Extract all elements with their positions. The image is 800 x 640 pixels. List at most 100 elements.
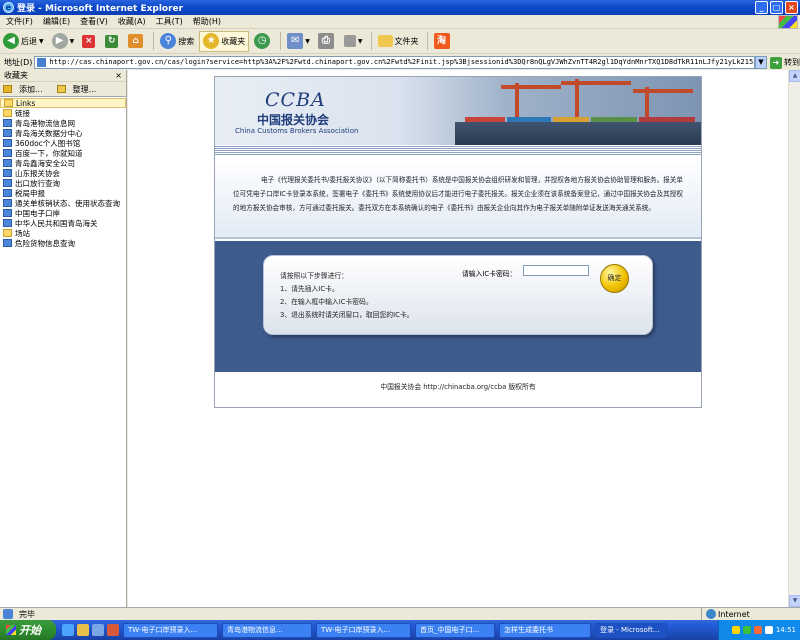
favorite-link[interactable]: 中华人民共和国青岛海关 [0, 218, 126, 228]
scroll-down-button[interactable]: ▼ [789, 595, 800, 607]
ie-quicklaunch-icon[interactable] [62, 624, 74, 636]
page-icon [3, 219, 12, 227]
maximize-button[interactable]: □ [770, 1, 783, 14]
menu-favorites[interactable]: 收藏(A) [118, 16, 146, 27]
favorite-link[interactable]: 危险货物信息查询 [0, 238, 126, 248]
menu-tools[interactable]: 工具(T) [156, 16, 183, 27]
favorite-link[interactable]: 出口放行查询 [0, 178, 126, 188]
quick-launch [62, 624, 119, 636]
favorite-folder[interactable]: 场站 [0, 228, 126, 238]
container-image [639, 117, 695, 122]
favorite-link[interactable]: 税局申报 [0, 188, 126, 198]
tray-icon[interactable] [731, 626, 740, 634]
organize-favorites-button[interactable]: 整理... [56, 84, 104, 95]
favorite-link[interactable]: 百度一下，你就知道 [0, 148, 126, 158]
tray-icon[interactable] [753, 626, 762, 634]
clock: 14:51 [775, 626, 796, 634]
container-image [465, 117, 505, 122]
page-icon [3, 159, 12, 167]
edit-button[interactable]: ▼ [341, 31, 366, 52]
favorite-link[interactable]: 青岛港物流信息网 [0, 118, 126, 128]
history-button[interactable]: ◷ [251, 31, 275, 52]
start-label: 开始 [19, 624, 41, 637]
taskbar-task[interactable]: TW-电子口岸预录入... [316, 622, 411, 638]
mail-icon: ✉ [287, 33, 304, 49]
address-dropdown-button[interactable]: ▼ [755, 56, 767, 69]
ship-image [455, 122, 701, 145]
favorite-link[interactable]: 青岛鑫海安全公司 [0, 158, 126, 168]
intro-section: 电子《代理报关委托书/委托报关协议》（以下简称委托书）系统是中国报关协会组织研发… [215, 157, 701, 239]
add-favorite-button[interactable]: 添加... [3, 84, 50, 95]
start-button[interactable]: 开始 [0, 620, 56, 640]
search-button[interactable]: ⚲ 搜索 [157, 31, 197, 52]
menu-help[interactable]: 帮助(H) [193, 16, 221, 27]
favorite-link[interactable]: 山东报关协会 [0, 168, 126, 178]
favorite-folder[interactable]: 链接 [0, 108, 126, 118]
go-button[interactable]: ➜ 转到 [770, 56, 800, 69]
menu-view[interactable]: 查看(V) [80, 16, 108, 27]
menu-file[interactable]: 文件(F) [6, 16, 33, 27]
tray-icon[interactable] [742, 626, 751, 634]
minimize-button[interactable]: _ [755, 1, 768, 14]
favorites-close-button[interactable]: × [115, 71, 122, 80]
login-box: 请按照以下步骤进行： 1、请先插入IC卡。 2、在输入框中输入IC卡密码。 3、… [263, 255, 653, 335]
page-content: CCBA 中国报关协会 China Customs Brokers Associ… [128, 70, 788, 607]
folders-button[interactable]: 文件夹 [375, 31, 422, 52]
menu-edit[interactable]: 编辑(E) [43, 16, 70, 27]
back-label: 后退 [21, 36, 37, 46]
forward-button[interactable]: ▶ ▼ [49, 31, 78, 52]
favorites-tools: 添加... 整理... [0, 82, 126, 97]
edit-icon [343, 35, 356, 47]
search-label: 搜索 [178, 36, 195, 46]
login-page-frame: CCBA 中国报关协会 China Customs Brokers Associ… [214, 76, 702, 408]
refresh-button[interactable]: ↻ [102, 31, 123, 52]
page-icon [37, 58, 47, 67]
favorites-panel: 收藏夹 × 添加... 整理... Links 链接 青岛港物流信息网 青岛海关… [0, 70, 127, 607]
mail-button[interactable]: ✉ ▼ [284, 31, 313, 52]
favorite-link[interactable]: 青岛海关数据分中心 [0, 128, 126, 138]
toolbar: ◀ 后退 ▼ ▶ ▼ × ↻ ⌂ ⚲ 搜索 ★ 收藏夹 ◷ ✉ ▼ ⎙ ▼ 文件… [0, 29, 800, 54]
system-tray: 14:51 [718, 620, 800, 640]
favorite-link[interactable]: 通关单核销状态、使用状态查询 [0, 198, 126, 208]
favorites-title: 收藏夹 [4, 71, 28, 80]
page-footer: 中国报关协会 http://chinacba.org/ccba 版权所有 [215, 371, 701, 407]
vertical-scrollbar[interactable]: ▲ ▼ [788, 70, 800, 607]
forward-arrow-icon: ▶ [51, 33, 68, 49]
go-label: 转到 [784, 58, 800, 67]
favorites-list: Links 链接 青岛港物流信息网 青岛海关数据分中心 360doc个人图书馆 … [0, 97, 126, 248]
organize-favorites-label: 整理... [72, 84, 97, 94]
back-button[interactable]: ◀ 后退 ▼ [0, 31, 47, 52]
tao-button[interactable]: 淘 [431, 31, 455, 52]
favorite-folder[interactable]: Links [0, 98, 126, 108]
step-item: 1、请先插入IC卡。 [280, 285, 339, 293]
taskbar-task-active[interactable]: 登录 - Microsoft... [595, 622, 667, 638]
folder-icon [3, 109, 12, 117]
confirm-button[interactable]: 确定 [600, 264, 629, 293]
folders-label: 文件夹 [394, 36, 419, 46]
org-name-cn: 中国报关协会 [257, 113, 330, 127]
media-quicklaunch-icon[interactable] [107, 624, 119, 636]
taskbar-task[interactable]: 怎样生成委托书 [499, 622, 591, 638]
status-text: 完毕 [19, 609, 35, 619]
taskbar-task[interactable]: 青岛港物流信息... [222, 622, 312, 638]
favorite-link[interactable]: 中国电子口岸 [0, 208, 126, 218]
desktop-quicklaunch-icon[interactable] [92, 624, 104, 636]
favorite-link[interactable]: 360doc个人图书馆 [0, 138, 126, 148]
taskbar-task[interactable]: TW-电子口岸预录入... [123, 622, 218, 638]
stop-button[interactable]: × [79, 31, 100, 52]
favorites-button[interactable]: ★ 收藏夹 [199, 30, 250, 52]
home-button[interactable]: ⌂ [125, 31, 148, 52]
scroll-up-button[interactable]: ▲ [789, 70, 800, 82]
logo-text: CCBA [265, 89, 326, 111]
address-input[interactable]: http://cas.chinaport.gov.cn/cas/login?se… [34, 56, 755, 69]
globe-icon [706, 609, 716, 619]
taskbar-task[interactable]: 首页_中国电子口... [415, 622, 495, 638]
login-steps: 请按照以下步骤进行： 1、请先插入IC卡。 2、在输入框中输入IC卡密码。 3、… [280, 270, 413, 322]
volume-icon[interactable] [764, 626, 773, 634]
outlook-quicklaunch-icon[interactable] [77, 624, 89, 636]
print-button[interactable]: ⎙ [315, 31, 339, 52]
ic-password-input[interactable] [523, 265, 589, 276]
menu-bar: 文件(F) 编辑(E) 查看(V) 收藏(A) 工具(T) 帮助(H) [0, 15, 800, 29]
container-image [553, 117, 589, 122]
close-button[interactable]: × [785, 1, 798, 14]
